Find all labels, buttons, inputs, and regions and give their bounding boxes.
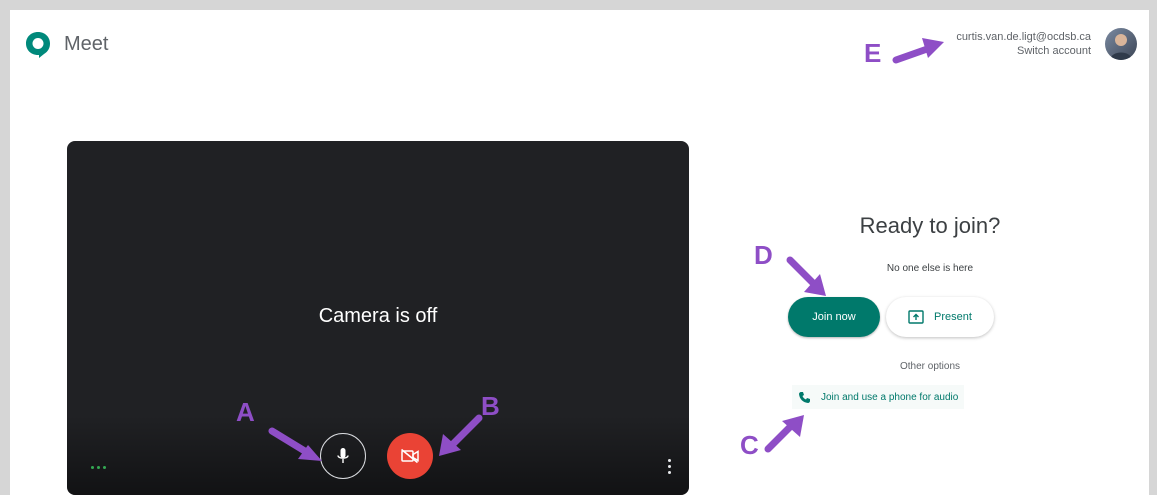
camera-toggle-button[interactable]	[387, 433, 433, 479]
present-button[interactable]: Present	[886, 297, 994, 337]
more-options-button[interactable]	[668, 459, 671, 474]
annotation-arrow-d-icon	[786, 256, 826, 296]
present-screen-icon	[908, 310, 924, 324]
video-preview: Camera is off	[67, 141, 689, 495]
phone-audio-link[interactable]: Join and use a phone for audio	[792, 385, 965, 409]
camera-off-text: Camera is off	[318, 305, 438, 327]
annotation-marker-c: C	[740, 430, 759, 460]
annotation-marker-a: A	[236, 397, 255, 427]
other-options-label: Other options	[899, 361, 961, 372]
app-name: Meet	[64, 32, 109, 55]
meet-logo-icon	[26, 32, 50, 58]
account-info: curtis.van.de.ligt@ocdsb.ca Switch accou…	[956, 30, 1091, 58]
annotation-arrow-e-icon	[892, 38, 944, 64]
camera-off-icon	[400, 448, 419, 464]
annotation-arrow-b-icon	[439, 414, 483, 456]
avatar[interactable]	[1105, 28, 1137, 60]
ready-heading: Ready to join?	[859, 213, 1001, 238]
phone-icon	[799, 391, 810, 403]
annotation-marker-e: E	[864, 38, 882, 68]
microphone-icon	[337, 448, 349, 463]
audio-level-indicator	[91, 466, 106, 469]
annotation-marker-d: D	[754, 240, 773, 270]
join-now-label: Join now	[812, 311, 856, 323]
phone-audio-label: Join and use a phone for audio	[821, 391, 959, 403]
switch-account-link[interactable]: Switch account	[956, 44, 1091, 58]
person-avatar-icon	[1110, 34, 1132, 60]
annotation-arrow-c-icon	[764, 415, 804, 453]
present-label: Present	[934, 311, 972, 323]
meet-page: Meet curtis.van.de.ligt@ocdsb.ca Switch …	[10, 10, 1149, 495]
join-now-button[interactable]: Join now	[788, 297, 880, 337]
video-controls-shade	[67, 415, 689, 495]
account-email: curtis.van.de.ligt@ocdsb.ca	[956, 31, 1091, 43]
annotation-arrow-a-icon	[268, 427, 322, 461]
app-brand: Meet	[24, 30, 108, 58]
